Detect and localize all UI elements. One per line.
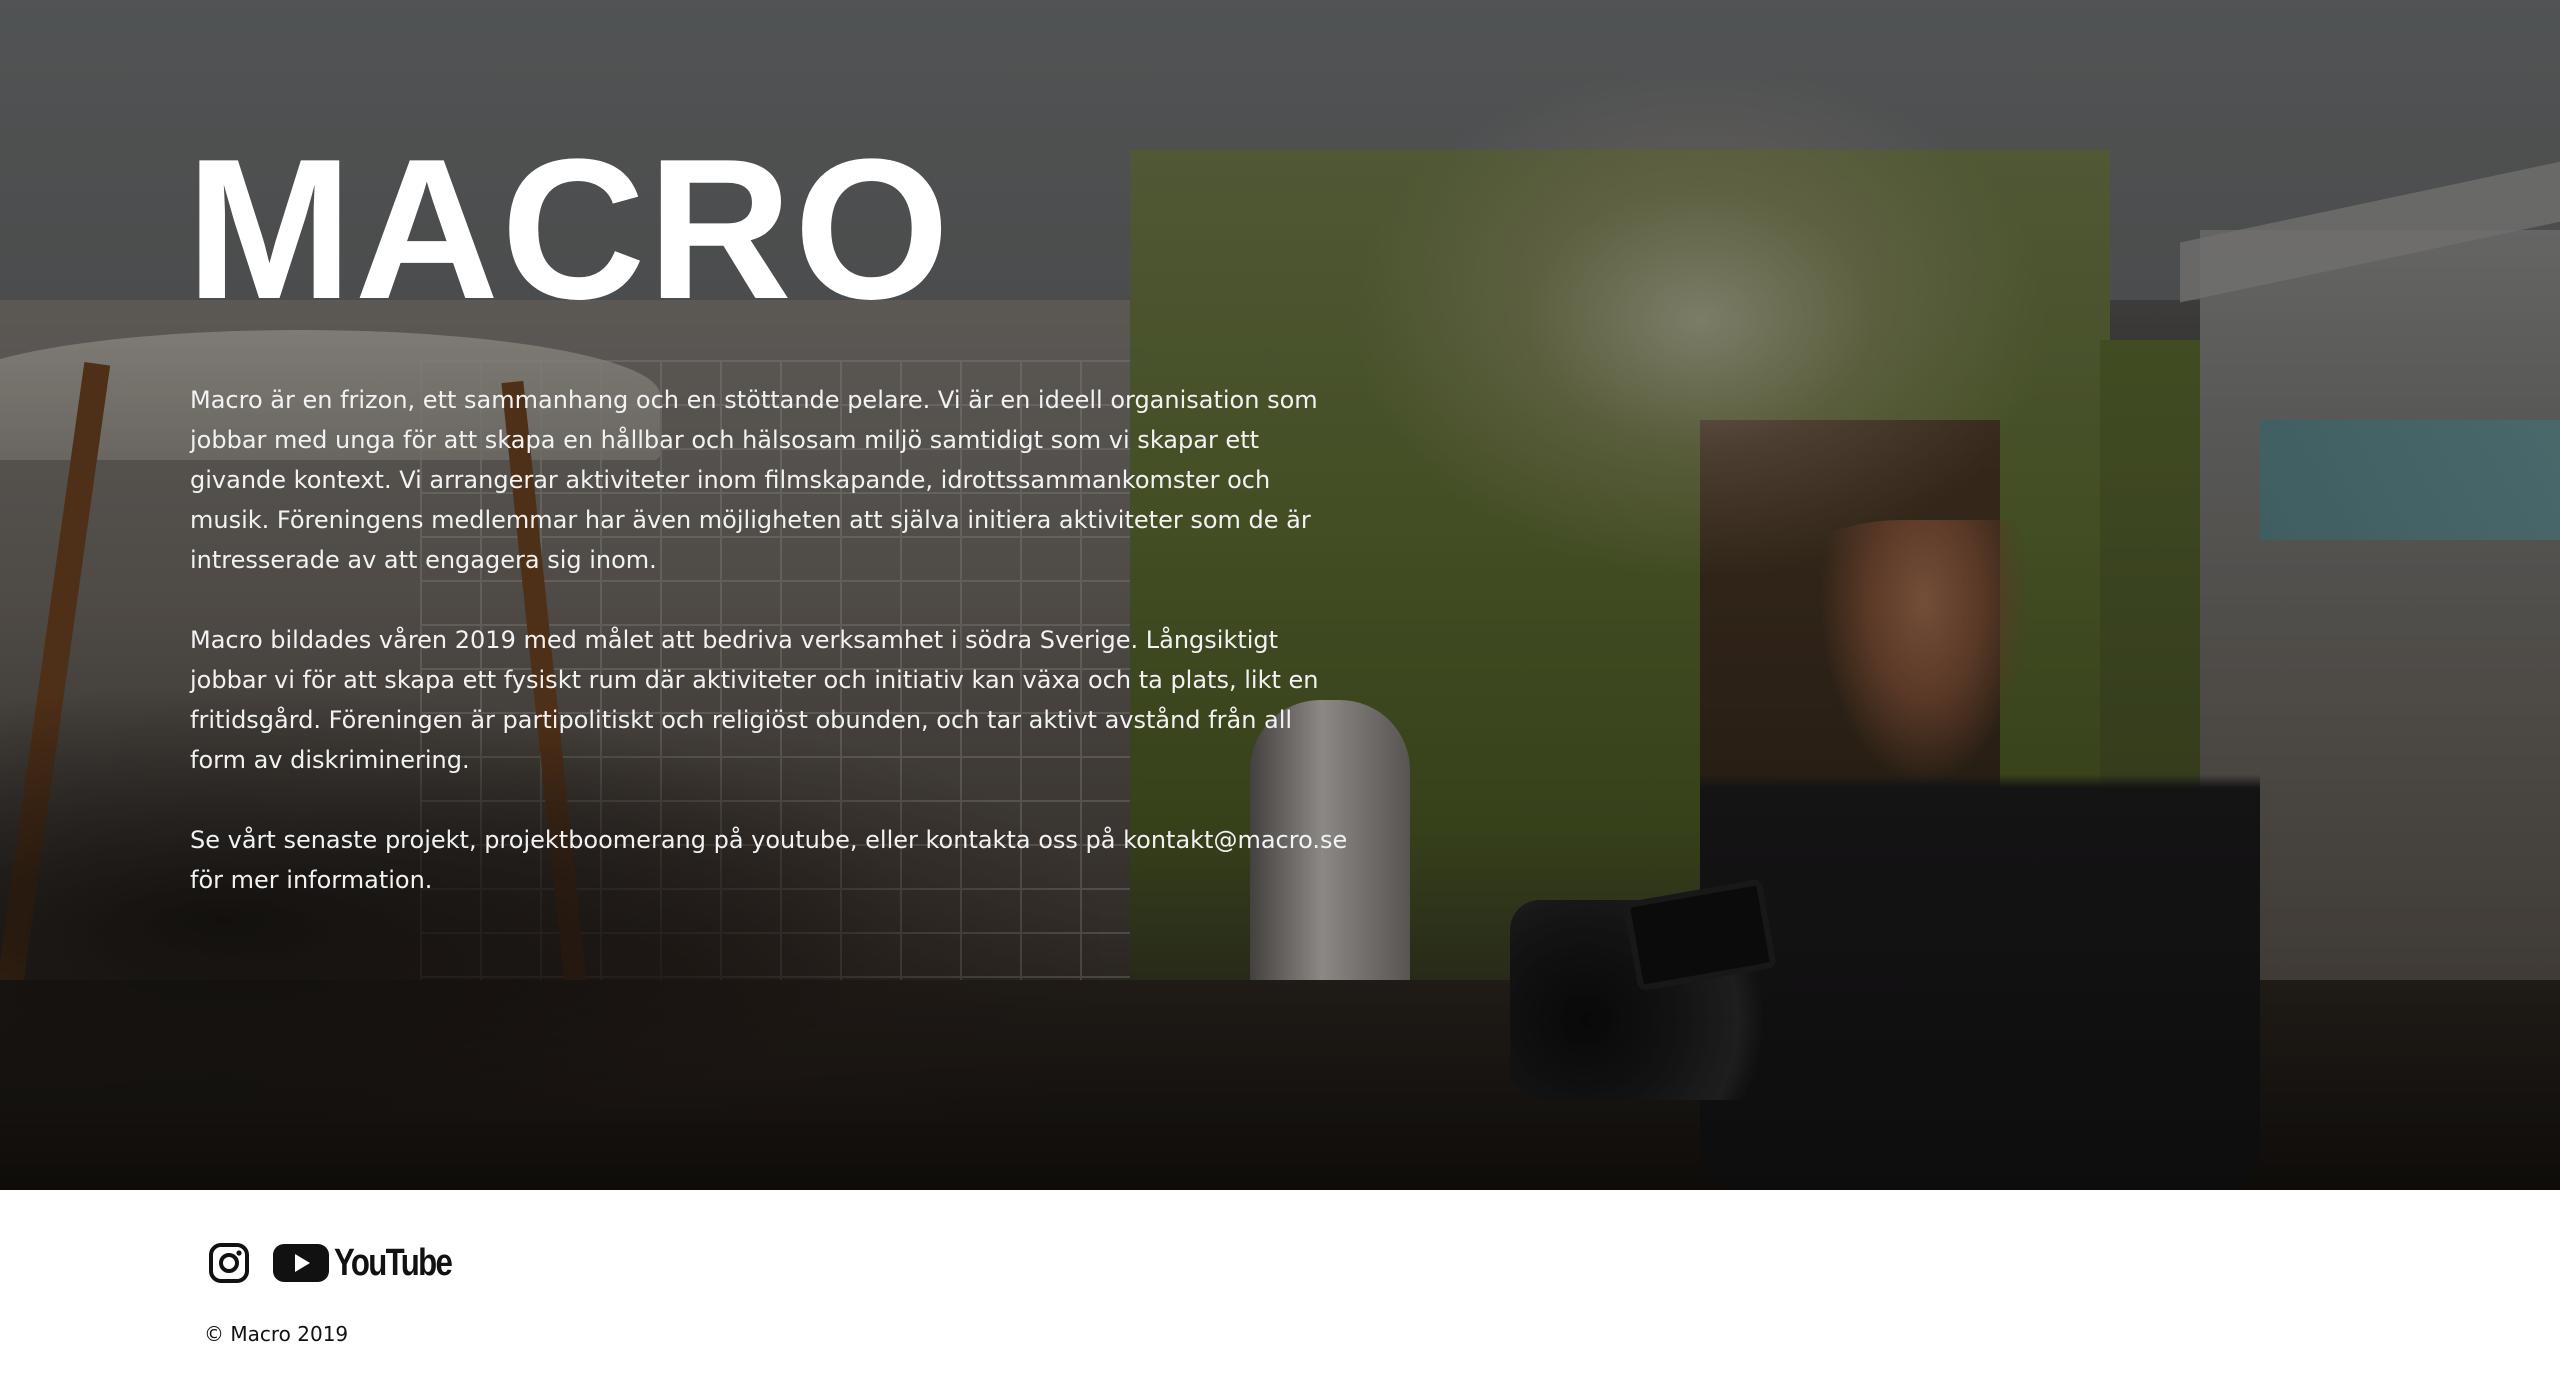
page-title: MACRO — [186, 118, 952, 341]
youtube-link[interactable]: YouTube — [272, 1242, 477, 1285]
contact-paragraph: Se vårt senaste projekt, projektboomeran… — [190, 826, 1348, 894]
footer: YouTube © Macro 2019 — [0, 1190, 2560, 1376]
hero-section: MACRO Macro är en frizon, ett sammanhang… — [0, 0, 2560, 1190]
hero-content: MACRO Macro är en frizon, ett sammanhang… — [186, 130, 1390, 940]
hero-description: Macro är en frizon, ett sammanhang och e… — [190, 380, 1350, 900]
instagram-link[interactable] — [208, 1242, 250, 1284]
copyright-text: © Macro 2019 — [204, 1322, 349, 1346]
instagram-icon — [209, 1243, 249, 1283]
youtube-wordmark: YouTube — [334, 1241, 453, 1284]
youtube-icon — [273, 1244, 329, 1282]
intro-paragraph: Macro är en frizon, ett sammanhang och e… — [190, 386, 1318, 574]
history-paragraph: Macro bildades våren 2019 med målet att … — [190, 626, 1319, 774]
social-links: YouTube — [208, 1240, 477, 1286]
